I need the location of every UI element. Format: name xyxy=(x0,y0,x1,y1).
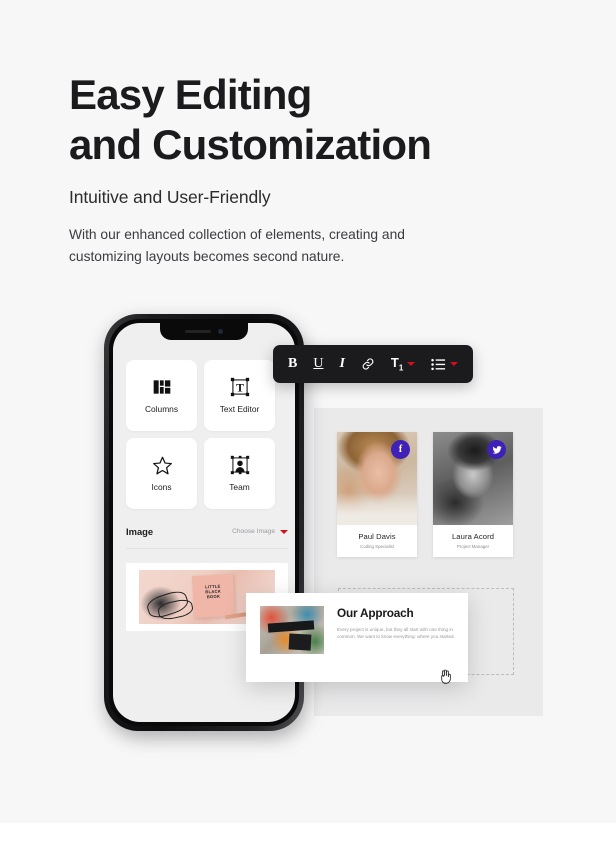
thumbnail-sticker xyxy=(289,633,312,651)
list-icon xyxy=(431,358,446,370)
columns-icon xyxy=(152,377,172,397)
underline-button[interactable]: U xyxy=(313,357,323,371)
team-card[interactable]: Laura Acord Project Manager xyxy=(433,432,513,557)
drag-hand-cursor xyxy=(438,668,453,688)
choose-image-label: Choose Image xyxy=(232,528,275,535)
approach-title: Our Approach xyxy=(337,606,414,620)
svg-text:T: T xyxy=(236,382,244,395)
team-member-role: Project Manager xyxy=(456,544,490,549)
team-card[interactable]: f Paul Davis Coding Specialist xyxy=(337,432,417,557)
page-subtitle: Intuitive and User-Friendly xyxy=(69,187,271,207)
widget-label: Team xyxy=(229,482,250,492)
phone-speaker xyxy=(185,330,211,333)
list-button[interactable] xyxy=(431,358,459,371)
choose-image-control[interactable]: Choose Image xyxy=(232,528,288,535)
team-meta: Paul Davis Coding Specialist xyxy=(337,525,417,557)
text-size-button[interactable]: T1 xyxy=(390,354,416,373)
approach-text-block: Our Approach Every project is unique, bu… xyxy=(337,606,459,641)
formatting-toolbar: B U I T1 xyxy=(273,345,474,383)
widget-card-icons[interactable]: Icons xyxy=(126,438,197,509)
italic-button[interactable]: I xyxy=(339,357,344,371)
widget-card-columns[interactable]: Columns xyxy=(126,360,197,431)
widget-card-team[interactable]: Team xyxy=(204,438,275,509)
team-photo: f xyxy=(337,432,417,525)
approach-thumbnail xyxy=(260,606,324,654)
page-root: Easy Editing and Customization Intuitive… xyxy=(0,0,616,852)
image-setting-row: Image Choose Image xyxy=(126,526,288,549)
facebook-icon[interactable]: f xyxy=(391,440,410,459)
widget-label: Text Editor xyxy=(219,404,260,414)
link-button[interactable] xyxy=(361,357,375,371)
bold-button[interactable]: B xyxy=(288,357,297,371)
image-row-label: Image xyxy=(126,526,154,537)
widget-card-text-editor[interactable]: T Text Editor xyxy=(204,360,275,431)
team-member-name: Laura Acord xyxy=(451,532,495,541)
widget-label: Columns xyxy=(144,404,179,414)
phone-camera-icon xyxy=(218,329,223,334)
widget-grid: Columns T Text Editor Icons Team xyxy=(126,360,288,509)
book-title-text: LITTLE BLACK BOOK xyxy=(205,584,222,600)
team-member-role: Coding Specialist xyxy=(360,544,394,549)
book-shape: LITTLE BLACK BOOK xyxy=(192,574,236,619)
team-photo xyxy=(433,432,513,525)
approach-card[interactable]: Our Approach Every project is unique, bu… xyxy=(246,593,468,682)
team-icon xyxy=(230,455,250,475)
chevron-down-icon[interactable] xyxy=(450,362,459,366)
chevron-down-icon[interactable] xyxy=(280,529,288,534)
twitter-icon[interactable] xyxy=(487,440,506,459)
phone-notch xyxy=(160,323,248,340)
text-size-label: T1 xyxy=(390,354,404,373)
chevron-down-icon[interactable] xyxy=(407,362,416,366)
star-icon xyxy=(152,455,172,475)
team-member-name: Paul Davis xyxy=(358,532,396,541)
link-icon xyxy=(362,358,374,370)
team-meta: Laura Acord Project Manager xyxy=(433,525,513,557)
approach-body: Every project is unique, but they all st… xyxy=(337,627,455,640)
widget-label: Icons xyxy=(151,482,172,492)
page-title: Easy Editing and Customization xyxy=(69,71,432,168)
text-editor-icon: T xyxy=(230,377,250,397)
page-description: With our enhanced collection of elements… xyxy=(69,227,405,264)
